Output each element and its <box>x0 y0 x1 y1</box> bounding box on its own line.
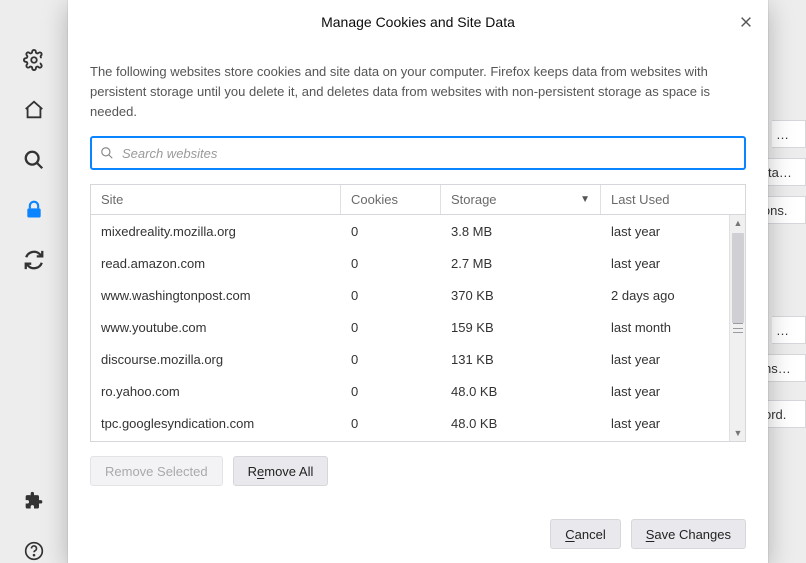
col-storage-label: Storage <box>451 192 497 207</box>
preferences-sidebar <box>0 0 68 563</box>
scroll-up-icon[interactable]: ▲ <box>730 215 746 231</box>
col-site[interactable]: Site <box>91 185 341 214</box>
home-icon[interactable] <box>22 98 46 122</box>
cell-cookies: 0 <box>341 352 441 367</box>
help-icon[interactable] <box>22 539 46 563</box>
cell-storage: 370 KB <box>441 288 601 303</box>
col-site-label: Site <box>101 192 123 207</box>
remove-selected-button[interactable]: Remove Selected <box>90 456 223 486</box>
col-last-used[interactable]: Last Used <box>601 185 745 214</box>
cancel-button[interactable]: Cancel <box>550 519 620 549</box>
table-row[interactable]: www.washingtonpost.com0370 KB2 days ago <box>91 279 729 311</box>
cell-last: last year <box>601 224 729 239</box>
dialog-header: Manage Cookies and Site Data <box>68 0 768 44</box>
table-row[interactable]: ro.yahoo.com048.0 KBlast year <box>91 375 729 407</box>
table-body: mixedreality.mozilla.org03.8 MBlast year… <box>91 215 729 441</box>
cell-site: www.washingtonpost.com <box>91 288 341 303</box>
cell-site: read.amazon.com <box>91 256 341 271</box>
occluded-text: … <box>772 120 806 148</box>
cell-storage: 48.0 KB <box>441 416 601 431</box>
cell-storage: 2.7 MB <box>441 256 601 271</box>
search-field-wrapper <box>90 136 746 170</box>
cell-cookies: 0 <box>341 224 441 239</box>
table-row[interactable]: read.amazon.com02.7 MBlast year <box>91 247 729 279</box>
cell-site: tpc.googlesyndication.com <box>91 416 341 431</box>
site-data-table: Site Cookies Storage ▼ Last Used mixedre… <box>90 184 746 442</box>
close-icon <box>739 15 753 29</box>
addons-icon[interactable] <box>22 489 46 513</box>
sort-indicator-icon: ▼ <box>580 194 590 205</box>
cell-storage: 131 KB <box>441 352 601 367</box>
privacy-icon[interactable] <box>22 198 46 222</box>
table-header: Site Cookies Storage ▼ Last Used <box>91 185 745 215</box>
remove-all-button[interactable]: Remove All <box>233 456 329 486</box>
dialog-description: The following websites store cookies and… <box>90 62 746 122</box>
cancel-label: Cancel <box>565 527 605 542</box>
cell-storage: 3.8 MB <box>441 224 601 239</box>
col-last-label: Last Used <box>611 192 670 207</box>
cell-storage: 48.0 KB <box>441 384 601 399</box>
occluded-text: ta… <box>764 158 806 186</box>
scroll-grip-icon <box>733 323 743 333</box>
remove-actions: Remove Selected Remove All <box>90 456 746 486</box>
cell-site: discourse.mozilla.org <box>91 352 341 367</box>
cell-site: www.youtube.com <box>91 320 341 335</box>
col-storage[interactable]: Storage ▼ <box>441 185 601 214</box>
occluded-text: … <box>772 316 806 344</box>
cell-last: last year <box>601 256 729 271</box>
sync-icon[interactable] <box>22 248 46 272</box>
scrollbar[interactable]: ▲ ▼ <box>729 215 745 441</box>
dialog-title: Manage Cookies and Site Data <box>321 14 515 30</box>
table-row[interactable]: www.youtube.com0159 KBlast month <box>91 311 729 343</box>
cell-last: 2 days ago <box>601 288 729 303</box>
manage-cookies-dialog: Manage Cookies and Site Data The followi… <box>68 0 768 563</box>
table-row[interactable]: tpc.googlesyndication.com048.0 KBlast ye… <box>91 407 729 439</box>
cell-cookies: 0 <box>341 256 441 271</box>
cell-last: last year <box>601 384 729 399</box>
cell-last: last month <box>601 320 729 335</box>
save-label: Save Changes <box>646 527 731 542</box>
close-button[interactable] <box>734 10 758 34</box>
general-icon[interactable] <box>22 48 46 72</box>
cell-site: ro.yahoo.com <box>91 384 341 399</box>
scroll-down-icon[interactable]: ▼ <box>730 425 746 441</box>
cell-storage: 159 KB <box>441 320 601 335</box>
cell-site: mixedreality.mozilla.org <box>91 224 341 239</box>
table-row[interactable]: mixedreality.mozilla.org03.8 MBlast year <box>91 215 729 247</box>
cell-last: last year <box>601 416 729 431</box>
col-cookies-label: Cookies <box>351 192 398 207</box>
scroll-thumb[interactable] <box>732 233 744 323</box>
save-changes-button[interactable]: Save Changes <box>631 519 746 549</box>
dialog-actions: Cancel Save Changes <box>90 501 746 549</box>
remove-all-label: Remove All <box>248 464 314 479</box>
cell-last: last year <box>601 352 729 367</box>
search-input[interactable] <box>90 136 746 170</box>
search-prefs-icon[interactable] <box>22 148 46 172</box>
remove-selected-label: Remove Selected <box>105 464 208 479</box>
cell-cookies: 0 <box>341 320 441 335</box>
table-row[interactable]: discourse.mozilla.org0131 KBlast year <box>91 343 729 375</box>
col-cookies[interactable]: Cookies <box>341 185 441 214</box>
cell-cookies: 0 <box>341 384 441 399</box>
cell-cookies: 0 <box>341 288 441 303</box>
cell-cookies: 0 <box>341 416 441 431</box>
